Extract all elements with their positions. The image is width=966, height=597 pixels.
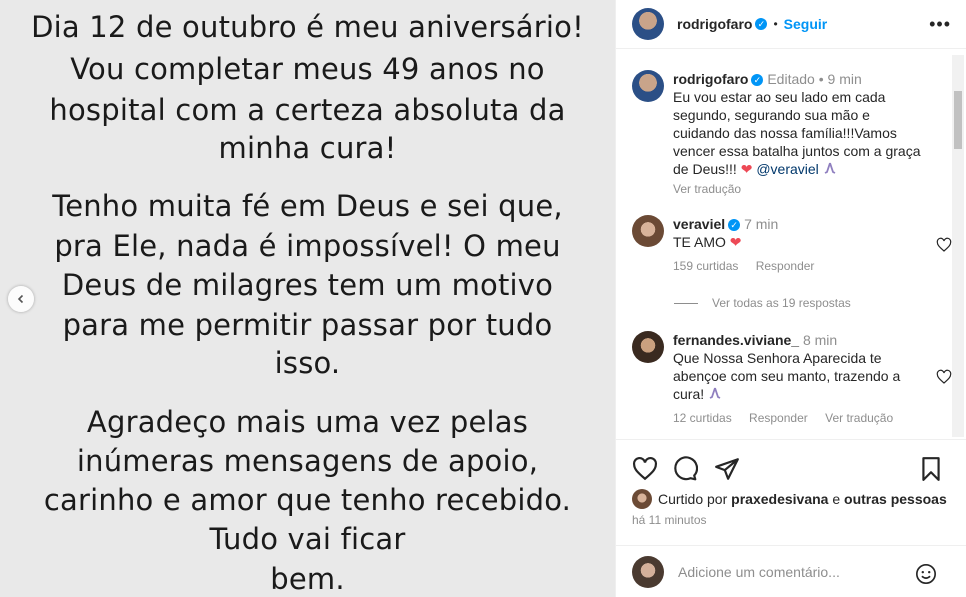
comment-username[interactable]: veraviel bbox=[673, 216, 725, 232]
post-text-line: Dia 12 de outubro é meu aniversário! bbox=[31, 10, 584, 44]
likes-joiner: e bbox=[832, 491, 841, 507]
post-text-line: Tenho muita fé em Deus e sei que, bbox=[52, 189, 563, 223]
post-text-line: carinho e amor que tenho recebido. bbox=[43, 483, 572, 517]
comment-item: veraviel ✓ 7 min TE AMO ❤ 159 curtidas Re… bbox=[632, 215, 952, 275]
follow-button[interactable]: Seguir bbox=[784, 16, 828, 32]
comments-list[interactable]: rodrigofaro ✓ Editado • 9 min Eu vou esta… bbox=[616, 50, 966, 440]
separator: • bbox=[818, 71, 824, 87]
comment-time: 7 min bbox=[744, 216, 779, 232]
comment-likes-count[interactable]: 159 curtidas bbox=[673, 259, 738, 273]
separator: • bbox=[773, 17, 778, 31]
liker-username[interactable]: praxedesivana bbox=[731, 491, 828, 507]
post-text-line: pra Ele, nada é impossível! O meu bbox=[54, 229, 561, 263]
comment-item: fernandes.viviane_ 8 min Que Nossa Senho… bbox=[632, 331, 952, 427]
share-send-icon[interactable] bbox=[714, 456, 740, 482]
verified-check-icon: ✓ bbox=[728, 219, 741, 232]
other-likers-link[interactable]: outras pessoas bbox=[844, 491, 947, 507]
caption-time: 9 min bbox=[827, 71, 862, 87]
comment-bubble-icon[interactable] bbox=[672, 456, 698, 482]
reply-button[interactable]: Responder bbox=[749, 411, 808, 425]
caption: rodrigofaro ✓ Editado • 9 min Eu vou esta… bbox=[632, 70, 932, 198]
view-replies-label: Ver todas as 19 respostas bbox=[712, 296, 851, 310]
caption-username[interactable]: rodrigofaro bbox=[673, 71, 748, 87]
like-comment-heart-icon[interactable] bbox=[936, 237, 952, 253]
author-username[interactable]: rodrigofaro bbox=[677, 16, 752, 32]
post-text-line: Deus de milagres tem um motivo bbox=[61, 268, 554, 302]
post-text-line: para me permitir passar por tudo bbox=[62, 308, 553, 342]
reply-button[interactable]: Responder bbox=[756, 259, 815, 273]
like-heart-icon[interactable] bbox=[632, 456, 658, 482]
post-actions bbox=[616, 441, 966, 481]
post-text-line: bem. bbox=[270, 562, 345, 596]
praying-hands-emoji-icon bbox=[823, 161, 837, 177]
edited-label: Editado bbox=[767, 71, 815, 87]
post-text-line: minha cura! bbox=[218, 131, 397, 165]
liked-by-prefix: Curtido por bbox=[658, 491, 728, 507]
post-text-line: Agradeço mais uma vez pelas bbox=[86, 405, 529, 439]
post-sidebar: rodrigofaro ✓ • Seguir ••• rodrigofaro ✓ … bbox=[615, 0, 966, 597]
post-timestamp[interactable]: há 11 minutos bbox=[632, 513, 707, 527]
verified-check-icon: ✓ bbox=[755, 18, 768, 30]
previous-image-button[interactable] bbox=[8, 286, 34, 312]
add-comment-bar bbox=[616, 545, 966, 597]
post-text-line: inúmeras mensagens de apoio, bbox=[76, 444, 539, 478]
commenter-avatar[interactable] bbox=[632, 331, 664, 363]
post-text-line: isso. bbox=[274, 346, 341, 380]
chevron-left-icon bbox=[17, 294, 24, 304]
translate-link[interactable]: Ver tradução bbox=[673, 180, 928, 198]
scrollbar-thumb[interactable] bbox=[954, 91, 962, 149]
author-avatar[interactable] bbox=[632, 70, 664, 102]
like-comment-heart-icon[interactable] bbox=[936, 369, 952, 385]
comment-likes-count[interactable]: 12 curtidas bbox=[673, 411, 732, 425]
liker-avatar[interactable] bbox=[632, 489, 652, 509]
save-bookmark-icon[interactable] bbox=[918, 456, 944, 482]
post-text-line: hospital com a certeza absoluta da bbox=[49, 93, 566, 127]
emoji-smiley-icon[interactable] bbox=[915, 563, 937, 585]
praying-hands-emoji-icon bbox=[708, 386, 722, 402]
comment-input[interactable] bbox=[678, 563, 898, 580]
verified-check-icon: ✓ bbox=[751, 74, 764, 87]
view-replies-link[interactable]: Ver todas as 19 respostas bbox=[674, 296, 851, 310]
mention-link[interactable]: @veraviel bbox=[756, 161, 818, 177]
comment-text: TE AMO bbox=[673, 234, 726, 250]
comment-time: 8 min bbox=[802, 332, 838, 348]
post-text-line: Tudo vai ficar bbox=[209, 522, 406, 556]
comments-scrollbar[interactable] bbox=[952, 55, 964, 437]
commenter-avatar[interactable] bbox=[632, 215, 664, 247]
translate-link[interactable]: Ver tradução bbox=[825, 411, 893, 425]
author-avatar[interactable] bbox=[632, 8, 664, 40]
post-header: rodrigofaro ✓ • Seguir ••• bbox=[616, 0, 966, 49]
replies-divider bbox=[674, 302, 698, 304]
post-image[interactable]: Dia 12 de outubro é meu aniversário! Vou… bbox=[0, 0, 615, 597]
heart-emoji-icon: ❤ bbox=[729, 234, 742, 250]
post-text-line: Vou completar meus 49 anos no bbox=[70, 52, 545, 86]
likes-summary: Curtido por praxedesivana e outras pesso… bbox=[632, 489, 947, 509]
heart-emoji-icon: ❤ bbox=[740, 161, 753, 177]
more-options-icon[interactable]: ••• bbox=[929, 14, 951, 35]
current-user-avatar bbox=[632, 555, 664, 588]
comment-username[interactable]: fernandes.viviane_ bbox=[673, 332, 799, 348]
